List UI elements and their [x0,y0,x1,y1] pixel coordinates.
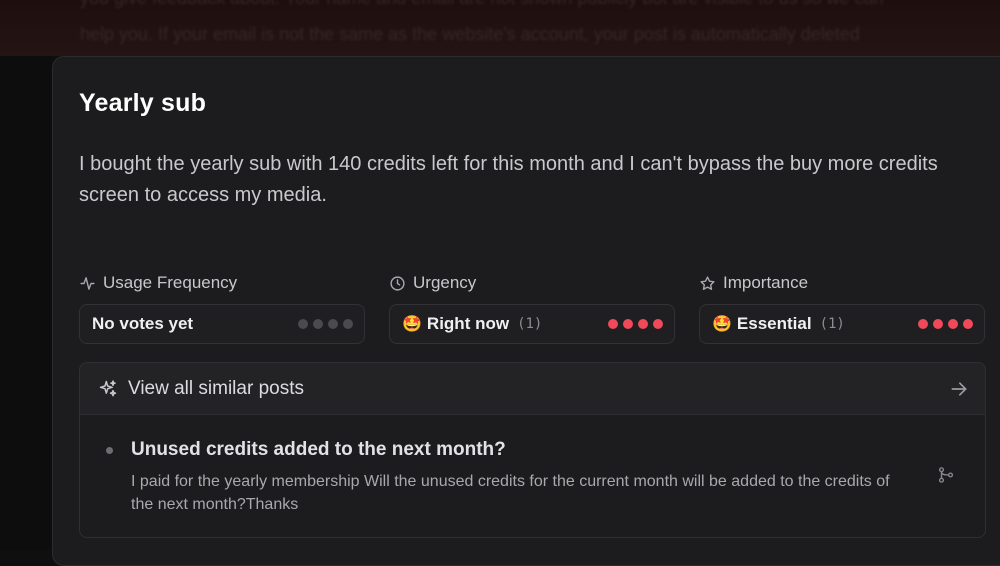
rating-dot [653,319,663,329]
rating-dot [313,319,323,329]
similar-posts-label: View all similar posts [128,377,304,399]
background-text-line: you give feedback about. Your name and e… [80,0,884,9]
rating-dots [608,319,663,329]
metric-label-importance: Importance [699,273,808,293]
activity-icon [80,276,95,290]
rating-dots [918,319,973,329]
metric-value: No votes yet [92,314,194,333]
rating-dot [918,319,928,329]
background-sidebar [0,56,52,550]
metric-usage-frequency-selector[interactable]: No votes yet [79,304,365,344]
star-struck-emoji-icon: 🤩 [712,316,732,333]
vote-count: (1) [819,316,845,332]
metric-value: 🤩 Right now [402,314,509,334]
clock-icon [390,275,405,291]
background-page: you give feedback about. Your name and e… [0,0,1000,56]
vote-count: (1) [517,316,543,332]
metric-importance-selector[interactable]: 🤩 Essential (1) [699,304,985,344]
metric-label-text: Usage Frequency [103,273,238,292]
rating-dot [963,319,973,329]
rating-dot [638,319,648,329]
star-struck-emoji-icon: 🤩 [402,316,422,333]
rating-dot [328,319,338,329]
post-modal: Yearly sub I bought the yearly sub with … [52,56,1000,566]
rating-dot [608,319,618,329]
rating-dots [298,319,353,329]
sparkles-icon [99,379,117,396]
post-title: Yearly sub [79,89,207,117]
rating-dot [623,319,633,329]
merge-icon[interactable] [937,465,955,485]
metric-value: 🤩 Essential [712,314,812,334]
metric-label-text: Importance [723,273,809,292]
metric-label-urgency: Urgency [389,273,476,293]
similar-post-excerpt: I paid for the yearly membership Will th… [131,473,890,513]
metric-label-usage-frequency: Usage Frequency [79,273,237,293]
background-text-line: help you. If your email is not the same … [80,24,860,44]
arrow-right-icon [951,381,967,396]
star-icon [700,275,715,290]
metric-value-text: Essential [736,314,812,333]
rating-dot [298,319,308,329]
rating-dot [343,319,353,329]
similar-post-title: Unused credits added to the next month? [131,439,506,460]
bullet-icon [106,447,113,454]
post-body: I bought the yearly sub with 140 credits… [79,153,938,206]
metric-value-text: Right now [426,314,510,333]
rating-dot [948,319,958,329]
rating-dot [933,319,943,329]
metric-urgency-selector[interactable]: 🤩 Right now (1) [389,304,675,344]
view-similar-posts-button[interactable]: View all similar posts [79,362,986,415]
similar-posts-list: Unused credits added to the next month? … [79,415,986,538]
metric-label-text: Urgency [413,273,477,292]
